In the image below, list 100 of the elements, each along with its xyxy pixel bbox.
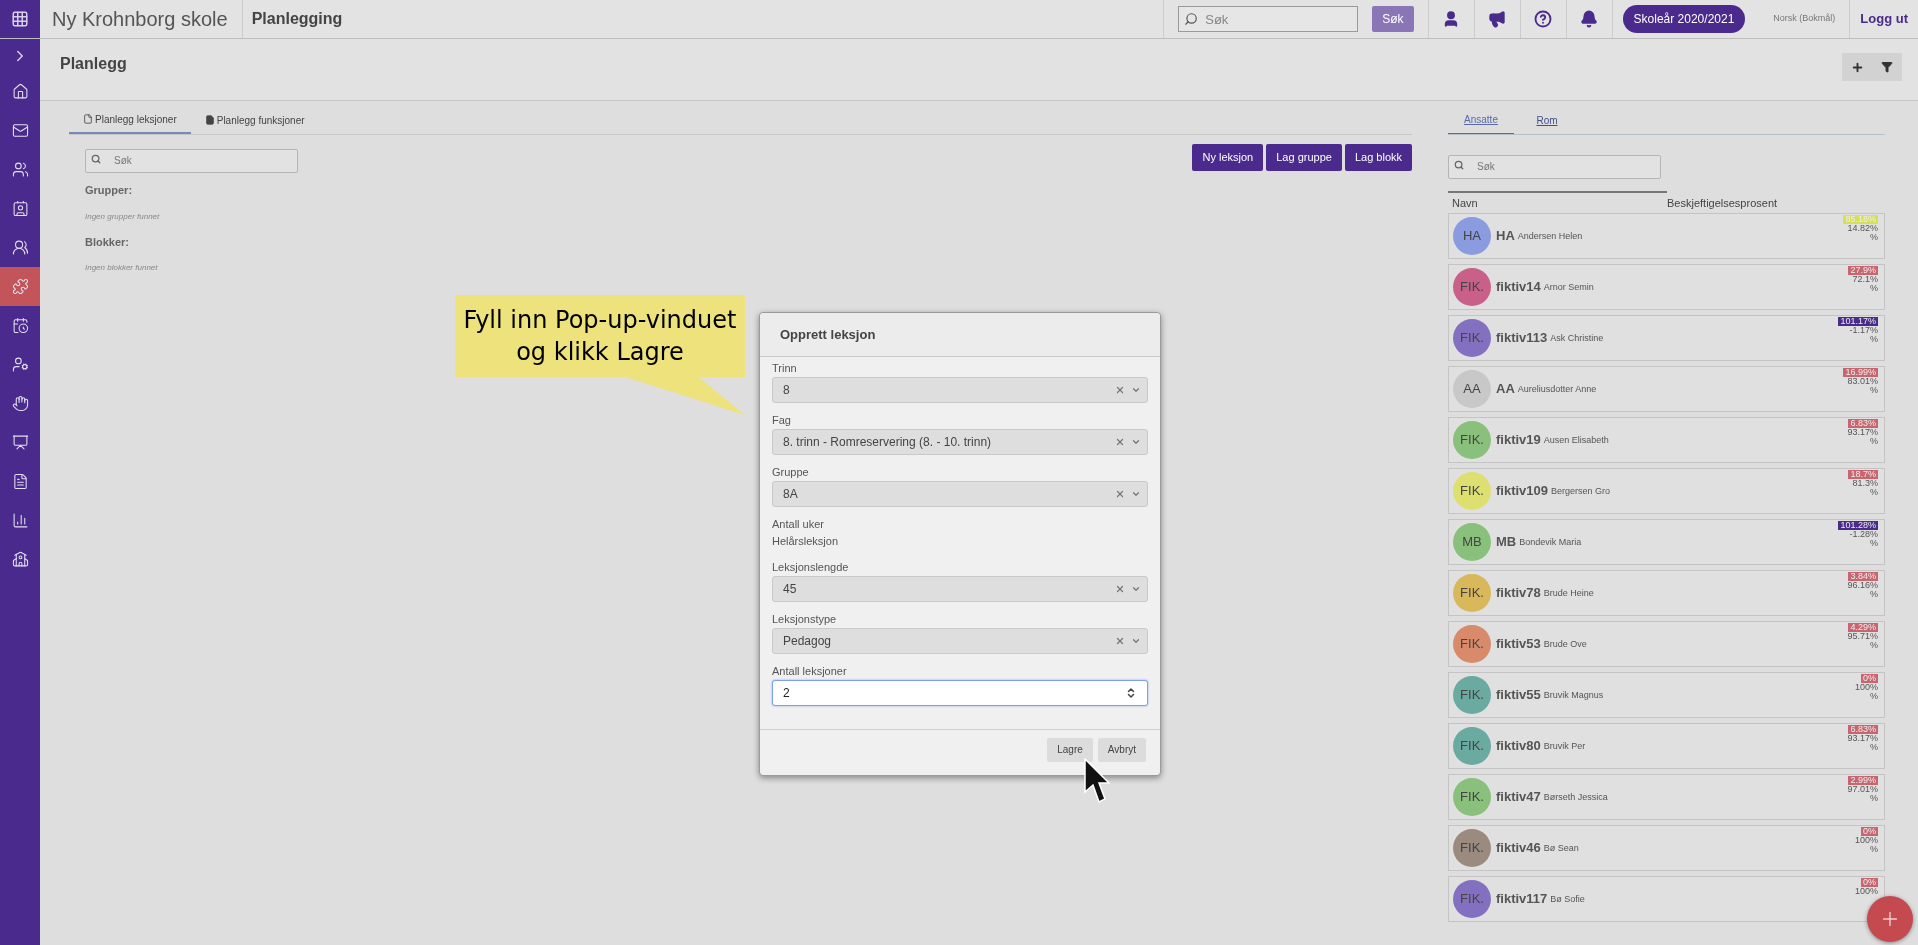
search-icon [1454,160,1464,170]
document-icon [204,115,215,125]
action-button[interactable]: Ny leksjon [1192,144,1264,171]
select-field[interactable]: 8A [772,481,1148,507]
staff-row[interactable]: FIK. fiktiv46 Bø Sean 0% 100% % [1448,825,1885,871]
megaphone-icon[interactable] [1488,10,1507,28]
percent-unit: % [1870,641,1878,650]
percent-unit: % [1870,233,1878,242]
staff-row[interactable]: FIK. fiktiv55 Bruvik Magnus 0% 100% % [1448,672,1885,718]
staff-code: fiktiv117 [1496,890,1548,909]
select-field[interactable]: Pedagog [772,627,1148,654]
staff-row[interactable]: FIK. fiktiv47 Børseth Jessica 2.99% 97.01% % [1448,774,1885,820]
clear-icon[interactable] [1115,635,1125,646]
percent-badge: 3.84% [1848,572,1878,581]
sidebar-item[interactable] [0,267,40,306]
staff-name: Brude Heine [1543,587,1594,601]
staff-row[interactable]: FIK. fiktiv53 Brude Ove 4.29% 95.71% % [1448,621,1885,667]
search-button[interactable]: Søk [1372,6,1414,32]
staff-row[interactable]: FIK. fiktiv80 Bruvik Per 6.83% 93.17% % [1448,723,1885,769]
percent-badge: 18.7% [1848,470,1878,479]
select-field[interactable]: 8 [772,377,1148,403]
dialog-button[interactable]: Lagre [1047,737,1093,762]
search-field[interactable]: Søk [85,148,298,173]
percent-value: 97.01% [1847,785,1878,794]
staff-row[interactable]: FIK. fiktiv117 Bø Sofie 0% 100% [1448,876,1885,922]
search-field[interactable]: Søk [1178,6,1359,32]
clear-icon[interactable] [1115,489,1125,499]
percent-value: 72.1% [1852,275,1878,284]
action-button[interactable]: Lag blokk [1344,144,1412,171]
search-field[interactable]: Søk [1448,154,1661,179]
staff-row[interactable]: AA AA Aureliusdotter Anne 16.99% 83.01% % [1448,366,1885,412]
staff-name: Bø Sean [1543,842,1579,856]
staff-name: Ausen Elisabeth [1543,434,1609,448]
percent-badge: 6.83% [1848,725,1878,734]
tab[interactable]: Planlegg leksjoner [69,106,191,134]
staff-row[interactable]: HA HA Andersen Helen 85.18% 14.82% % [1448,213,1885,259]
tab[interactable]: Rom [1514,106,1580,134]
number-field[interactable]: 2 [772,679,1148,706]
staff-name: Bruvik Magnus [1543,689,1604,703]
staff-row[interactable]: MB MB Bondevik Maria 101.28% -1.28% % [1448,519,1885,565]
empty-message: Ingen grupper funnet [85,210,160,223]
percent-value: 14.82% [1847,224,1878,233]
caret-icon [1131,489,1141,499]
percent-value: 100% [1854,836,1878,845]
section-title: Blokker: [85,234,130,250]
percent-value: 93.17% [1847,734,1878,743]
tab[interactable]: Ansatte [1448,106,1514,134]
staff-row[interactable]: FIK. fiktiv109 Bergersen Gro 18.7% 81.3% % [1448,468,1885,514]
staff-code: fiktiv14 [1496,278,1541,297]
clear-icon[interactable] [1115,437,1125,447]
field-label: Antall leksjoner [772,665,847,677]
staff-row[interactable]: FIK. fiktiv14 Arnor Semin 27.9% 72.1% % [1448,264,1885,310]
percent-badge: 85.18% [1843,215,1878,224]
spinner-icon[interactable] [1125,686,1137,699]
staff-row[interactable]: FIK. fiktiv78 Brude Heine 3.84% 96.16% % [1448,570,1885,616]
add-floating-button[interactable] [1867,896,1913,942]
school-year-button[interactable]: Skoleår 2020/2021 [1622,5,1746,33]
percent-unit: % [1870,845,1878,854]
percent-unit: % [1870,692,1878,701]
column-header: Navn [1451,195,1479,211]
tab[interactable]: Planlegg funksjoner [190,106,319,134]
cursor-icon [1084,758,1110,804]
percent-value: 81.3% [1852,479,1878,488]
percent-value: 100% [1854,683,1878,692]
percent-value: -1.28% [1849,530,1878,539]
dialog-button[interactable]: Avbryt [1097,737,1146,762]
help-icon[interactable] [1534,10,1553,28]
caret-icon [1131,437,1141,447]
page-title: Planlegg [60,54,127,74]
avatar: FIK. [1453,625,1491,663]
select-field[interactable]: 8. trinn - Romreservering (8. - 10. trinn) [772,429,1148,455]
avatar: FIK. [1453,472,1491,510]
group-icon [11,239,29,256]
avatar: FIK. [1453,421,1491,459]
staff-code: MB [1496,533,1517,552]
field-value: Helårsleksjon [772,534,839,549]
section-title: Grupper: [85,183,133,198]
avatar: FIK. [1453,727,1491,765]
apps-grid-icon[interactable] [11,10,29,28]
field-label: Leksjonstype [772,613,837,625]
logout-link[interactable]: Logg ut [1860,9,1908,29]
percent-value: 96.16% [1847,581,1878,590]
caret-icon [1131,385,1141,395]
language-selector[interactable]: Norsk (Bokmål) [1773,12,1836,26]
callout-text: Fyll inn Pop-up-vinduet [463,305,737,336]
staff-name: Arnor Semin [1543,281,1594,295]
clear-icon[interactable] [1115,583,1125,594]
select-field[interactable]: 45 [772,575,1148,602]
bell-icon[interactable] [1580,10,1599,28]
percent-badge: 6.83% [1848,419,1878,428]
staff-row[interactable]: FIK. fiktiv113 Ask Christine 101.17% -1.17% % [1448,315,1885,361]
clear-icon[interactable] [1115,385,1125,395]
mail-icon [11,122,29,139]
school-name[interactable]: Ny Krohnborg skole [52,4,228,34]
action-button[interactable]: Lag gruppe [1266,144,1342,171]
staff-row[interactable]: FIK. fiktiv19 Ausen Elisabeth 6.83% 93.17% % [1448,417,1885,463]
avatar: FIK. [1453,319,1491,357]
percent-unit: % [1870,386,1878,395]
percent-unit: % [1870,284,1878,293]
badge-icon [11,200,29,217]
